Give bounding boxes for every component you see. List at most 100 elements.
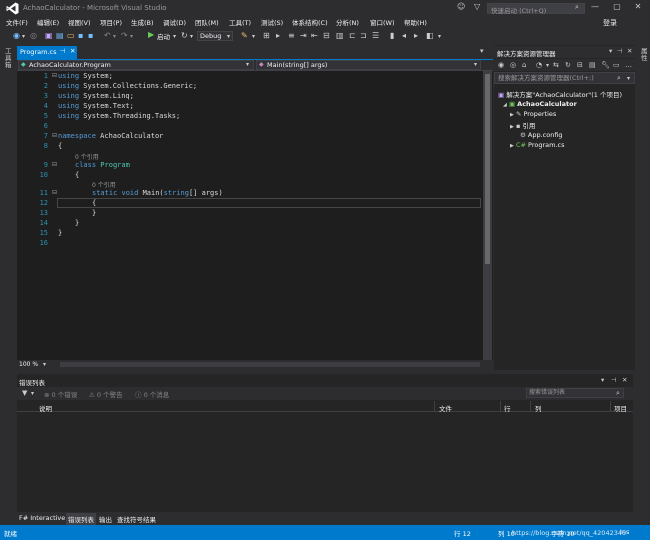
tab-close-icon[interactable]: ✕ (70, 47, 75, 55)
menu-build[interactable]: 生成(B) (131, 17, 154, 27)
align-left-icon[interactable]: ⊏ (349, 31, 356, 40)
minimize-button[interactable]: — (589, 2, 601, 11)
zoom-dropdown-icon[interactable]: ▾ (43, 361, 46, 368)
preview-icon[interactable]: ▭ (613, 61, 620, 69)
comment-icon[interactable]: ⊟ (323, 31, 330, 40)
close-button[interactable]: ✕ (632, 2, 644, 11)
maximize-button[interactable]: ▢ (611, 2, 623, 11)
pin-icon[interactable]: ⊣ (60, 47, 66, 55)
pending-changes-icon[interactable]: ◔ (536, 61, 542, 69)
search-icon[interactable]: ⌕ (616, 389, 620, 398)
solution-search-input[interactable]: 搜索解决方案资源管理器(Ctrl+;) (494, 72, 635, 84)
menu-file[interactable]: 文件(F) (6, 17, 28, 27)
editor-scroll-thumb[interactable] (485, 74, 490, 264)
close-icon[interactable]: ✕ (622, 376, 627, 384)
home-icon[interactable]: ⌂ (522, 61, 526, 69)
collapse-icon[interactable]: ⊟ (52, 132, 57, 139)
tab-program-cs[interactable]: Program.cs (17, 46, 77, 59)
menu-window[interactable]: 窗口(W) (370, 17, 395, 27)
solution-icon[interactable]: ▣ (45, 31, 53, 40)
undo-icon[interactable]: ↶ (104, 31, 111, 40)
panel-menu-icon[interactable]: ▾ (609, 47, 612, 55)
prev-bookmark-icon[interactable]: ◂ (402, 31, 406, 40)
tab-fsharp-interactive[interactable]: F# Interactive (19, 514, 65, 522)
open-file-icon[interactable]: ▭ (67, 31, 75, 40)
start-button[interactable]: 启动 (157, 31, 170, 41)
tree-item-program-cs[interactable]: ▶ C# Program.cs (510, 141, 564, 149)
member-navigation-dropdown[interactable]: Main(string[] args) (256, 60, 481, 70)
menu-debug[interactable]: 调试(D) (163, 17, 186, 27)
collapse-icon[interactable]: ⊟ (52, 72, 57, 79)
search-options-icon[interactable]: ▾ (627, 75, 630, 82)
refresh-icon[interactable]: ↻ (565, 61, 571, 69)
find-icon[interactable]: ⊞ (263, 31, 270, 40)
messages-filter-button[interactable]: ⓘ 0 个消息 (135, 389, 169, 399)
menu-help[interactable]: 帮助(H) (404, 17, 427, 27)
menu-project[interactable]: 项目(P) (100, 17, 122, 27)
feedback-icon[interactable]: ☺ (457, 2, 465, 11)
column-column[interactable]: 列 (535, 403, 542, 413)
refresh-icon[interactable]: ↻ (181, 31, 188, 40)
start-play-icon[interactable]: ▶ (148, 30, 154, 39)
panel-menu-icon[interactable]: ▾ (601, 376, 604, 384)
column-divider[interactable] (434, 401, 435, 412)
menu-edit[interactable]: 编辑(E) (37, 17, 59, 27)
toolbar-overflow-icon[interactable]: ▾ (252, 33, 255, 40)
forward-icon[interactable]: ◎ (510, 61, 516, 69)
tree-item-references[interactable]: ▶ ▪ 引用 (510, 120, 535, 130)
uncomment-icon[interactable]: ▥ (336, 31, 344, 40)
pending-dropdown-icon[interactable]: ▾ (546, 62, 549, 69)
tab-error-list[interactable]: 错误列表 (66, 513, 96, 525)
menu-view[interactable]: 视图(V) (68, 17, 91, 27)
align-right-icon[interactable]: ⊐ (360, 31, 367, 40)
collapse-all-icon[interactable]: ⊟ (577, 61, 583, 69)
collapse-icon[interactable]: ⊟ (52, 161, 57, 168)
menu-analyze[interactable]: 分析(N) (336, 17, 359, 27)
bookmark-icon[interactable]: ▮ (390, 31, 394, 40)
tree-item-solution[interactable]: ▣ 解决方案"AchaoCalculator"(1 个项目) (498, 89, 622, 99)
menu-team[interactable]: 团队(M) (195, 17, 219, 27)
attach-icon[interactable]: ✎ (241, 31, 248, 40)
back-icon[interactable]: ◉ (13, 31, 20, 40)
properties-tab[interactable]: 属性 (641, 48, 649, 62)
properties-icon[interactable]: 🔧︎ (601, 61, 610, 69)
menu-test[interactable]: 测试(S) (261, 17, 283, 27)
tree-item-app-config[interactable]: ⚙ App.config (520, 131, 563, 139)
forward-icon[interactable]: ◎ (30, 31, 37, 40)
column-line[interactable]: 行 (504, 403, 511, 413)
tab-output[interactable]: 输出 (99, 514, 112, 524)
show-all-files-icon[interactable]: ▤ (589, 61, 596, 69)
back-dropdown-icon[interactable]: ▾ (22, 33, 25, 40)
search-icon[interactable]: ⌕ (617, 74, 621, 83)
undo-dropdown-icon[interactable]: ▾ (113, 33, 116, 40)
column-divider[interactable] (610, 401, 611, 412)
tab-overflow-icon[interactable]: ▾ (480, 47, 484, 55)
column-divider[interactable] (530, 401, 531, 412)
redo-icon[interactable]: ↷ (121, 31, 128, 40)
tab-find-symbol-results[interactable]: 查找符号结果 (117, 514, 156, 524)
error-list-search-input[interactable]: 搜索错误列表 (526, 388, 624, 398)
menu-tools[interactable]: 工具(T) (229, 17, 251, 27)
sync-icon[interactable]: ⇆ (553, 61, 559, 69)
list-icon[interactable]: ☰ (372, 31, 379, 40)
filter-dropdown-icon[interactable]: ▾ (31, 390, 34, 397)
save-icon[interactable]: ▪ (78, 31, 83, 40)
back-icon[interactable]: ◉ (498, 61, 504, 69)
menu-architecture[interactable]: 体系结构(C) (292, 17, 328, 27)
navigate-icon[interactable]: ⇤ (311, 31, 318, 40)
new-file-icon[interactable]: ▤ (56, 31, 64, 40)
sign-in-link[interactable]: 登录 (603, 18, 617, 28)
column-divider[interactable] (500, 401, 501, 412)
customize-toolbar-icon[interactable]: ▾ (438, 33, 441, 40)
quick-launch-input[interactable]: 快速启动 (Ctrl+Q) (487, 3, 585, 15)
start-dropdown-icon[interactable]: ▾ (173, 33, 176, 40)
redo-dropdown-icon[interactable]: ▾ (130, 33, 133, 40)
column-project[interactable]: 项目 (614, 403, 627, 413)
format-icon[interactable]: ≡ (288, 31, 295, 40)
config-dropdown-icon[interactable]: ▾ (227, 33, 230, 40)
filter-icon[interactable]: ▼ (22, 389, 27, 397)
tree-item-properties[interactable]: ▶ ✎ Properties (510, 110, 556, 118)
refresh-dropdown-icon[interactable]: ▾ (190, 33, 193, 40)
collapse-icon[interactable]: ⊟ (52, 189, 57, 196)
tree-item-project[interactable]: ◢ ▣ AchaoCalculator (503, 100, 577, 108)
